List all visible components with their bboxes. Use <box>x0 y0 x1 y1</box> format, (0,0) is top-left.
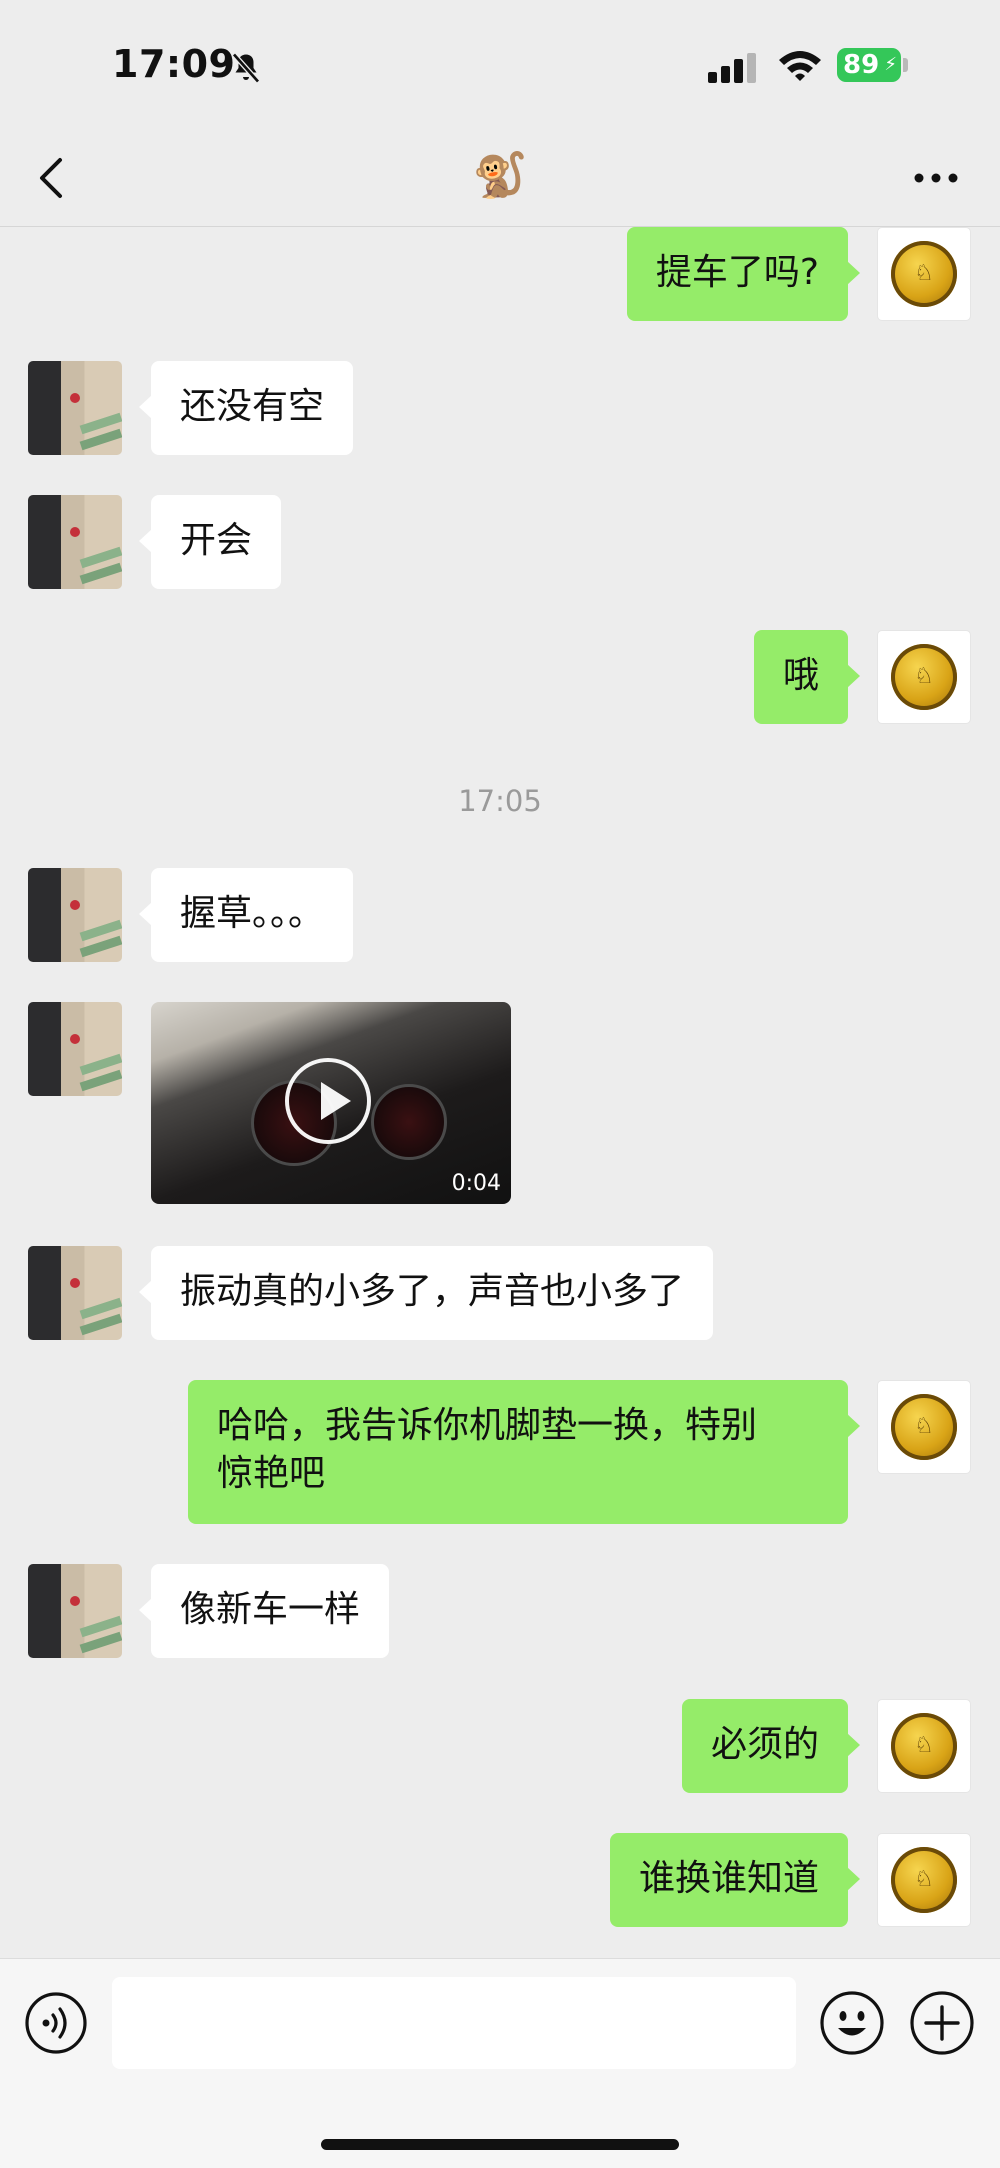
emoji-button[interactable] <box>818 1989 886 2057</box>
message-bubble-received[interactable]: 握草。。。 <box>138 868 354 962</box>
chat-title-emoji: 🐒 <box>472 150 528 201</box>
battery-indicator: 89 ⚡ <box>837 48 901 82</box>
message-bubble-received[interactable]: 像新车一样 <box>138 1564 390 1658</box>
nav-bar: 🐒 <box>0 130 1000 227</box>
message-timestamp: 17:05 <box>458 784 542 818</box>
avatar-friend[interactable] <box>28 495 122 589</box>
gold-coin-avatar-image: ♘ <box>891 1713 957 1779</box>
voice-input-button[interactable] <box>24 1991 88 2055</box>
avatar-friend[interactable] <box>28 1246 122 1340</box>
message-bubble-sent[interactable]: 哦 <box>753 630 861 724</box>
gold-coin-avatar-image: ♘ <box>891 241 957 307</box>
avatar-friend[interactable] <box>28 1002 122 1096</box>
wifi-icon <box>776 48 824 88</box>
gold-coin-avatar-image: ♘ <box>891 1394 957 1460</box>
input-bar <box>0 1958 1000 2168</box>
message-bubble-sent[interactable]: 哈哈，我告诉你机脚垫一换，特别 惊艳吧 <box>188 1380 860 1524</box>
gold-coin-avatar-image: ♘ <box>891 644 957 710</box>
chat-message-list[interactable]: 提车了吗? ♘ 还没有空 开会 哦 ♘ 17:05 握草。。。 0:04 振动真… <box>0 227 1000 1957</box>
avatar-friend[interactable] <box>28 361 122 455</box>
avatar-self[interactable]: ♘ <box>877 630 971 724</box>
avatar-friend[interactable] <box>28 868 122 962</box>
chevron-left-icon <box>40 158 62 198</box>
message-bubble-sent[interactable]: 必须的 <box>681 1699 861 1793</box>
battery-level: 89 <box>843 50 880 80</box>
message-bubble-received[interactable]: 开会 <box>138 495 282 589</box>
more-functions-button[interactable] <box>908 1989 976 2057</box>
avatar-self[interactable]: ♘ <box>877 1699 971 1793</box>
ellipsis-icon <box>914 173 958 183</box>
voice-icon <box>25 1992 87 2054</box>
status-bar: 17:09 89 ⚡ <box>0 0 1000 130</box>
message-bubble-received[interactable]: 还没有空 <box>138 361 354 455</box>
bell-slash-icon <box>228 50 264 90</box>
home-indicator[interactable] <box>321 2139 679 2150</box>
avatar-friend[interactable] <box>28 1564 122 1658</box>
avatar-self[interactable]: ♘ <box>877 227 971 321</box>
message-input[interactable] <box>112 1977 796 2069</box>
battery-cap <box>903 58 908 72</box>
gold-coin-avatar-image: ♘ <box>891 1847 957 1913</box>
cellular-signal-icon <box>706 52 760 88</box>
video-message-thumbnail[interactable]: 0:04 <box>151 1002 511 1204</box>
emoji-icon <box>820 1991 884 2055</box>
message-bubble-received[interactable]: 振动真的小多了，声音也小多了 <box>138 1246 714 1340</box>
avatar-self[interactable]: ♘ <box>877 1380 971 1474</box>
plus-icon <box>910 1991 974 2055</box>
more-button[interactable] <box>906 152 966 204</box>
video-duration: 0:04 <box>451 1171 501 1196</box>
message-bubble-sent[interactable]: 提车了吗? <box>626 227 861 321</box>
back-button[interactable] <box>30 152 80 204</box>
tachometer-graphic <box>371 1084 447 1160</box>
play-icon[interactable] <box>285 1058 371 1144</box>
message-bubble-sent[interactable]: 谁换谁知道 <box>609 1833 861 1927</box>
status-time: 17:09 <box>112 42 236 86</box>
avatar-self[interactable]: ♘ <box>877 1833 971 1927</box>
charging-bolt-icon: ⚡ <box>884 54 897 75</box>
